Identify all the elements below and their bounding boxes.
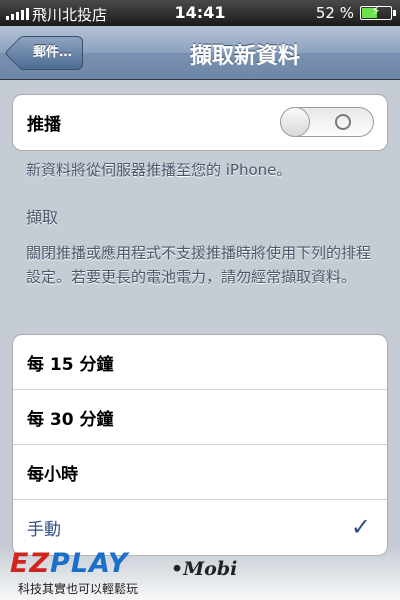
toggle-off-icon <box>335 114 351 130</box>
fetch-option-label: 每小時 <box>27 464 78 485</box>
fetch-option-15min[interactable]: 每 15 分鐘 <box>13 335 387 390</box>
push-label: 推播 <box>27 115 61 135</box>
toggle-knob <box>280 107 310 137</box>
status-bar: 飛川北投店 14:41 52 % ⚡ <box>0 0 400 26</box>
fetch-note: 關閉推播或應用程式不支援推播時將使用下列的排程設定。若要更長的電池電力，請勿經常… <box>26 244 372 286</box>
fetch-heading: 擷取 <box>26 208 59 227</box>
push-row: 推播 <box>13 95 387 150</box>
battery-icon: ⚡ <box>360 4 396 20</box>
fetch-option-hourly[interactable]: 每小時 <box>13 445 387 500</box>
navigation-bar: 郵件… 擷取新資料 <box>0 26 400 80</box>
watermark-mobi: •Mobi <box>171 558 238 580</box>
back-button-label: 郵件… <box>33 45 73 60</box>
watermark: EZPLAY •Mobi 科技其實也可以輕鬆玩 <box>0 546 400 600</box>
push-group: 推播 <box>12 94 388 151</box>
battery-percentage: 52 % <box>315 4 354 22</box>
fetch-option-label: 每 15 分鐘 <box>27 354 114 375</box>
push-note: 新資料將從伺服器推播至您的 iPhone。 <box>26 161 292 179</box>
page-title: 擷取新資料 <box>189 44 300 69</box>
fetch-options-group: 每 15 分鐘 每 30 分鐘 每小時 手動 ✓ <box>12 334 388 556</box>
push-toggle[interactable] <box>280 107 374 137</box>
checkmark-icon: ✓ <box>350 513 371 541</box>
fetch-option-30min[interactable]: 每 30 分鐘 <box>13 390 387 445</box>
back-button[interactable]: 郵件… <box>18 36 84 70</box>
watermark-slogan: 科技其實也可以輕鬆玩 <box>18 582 139 596</box>
fetch-option-label: 每 30 分鐘 <box>27 409 114 430</box>
watermark-logo: EZPLAY <box>10 548 129 579</box>
fetch-option-label: 手動 <box>27 520 61 540</box>
